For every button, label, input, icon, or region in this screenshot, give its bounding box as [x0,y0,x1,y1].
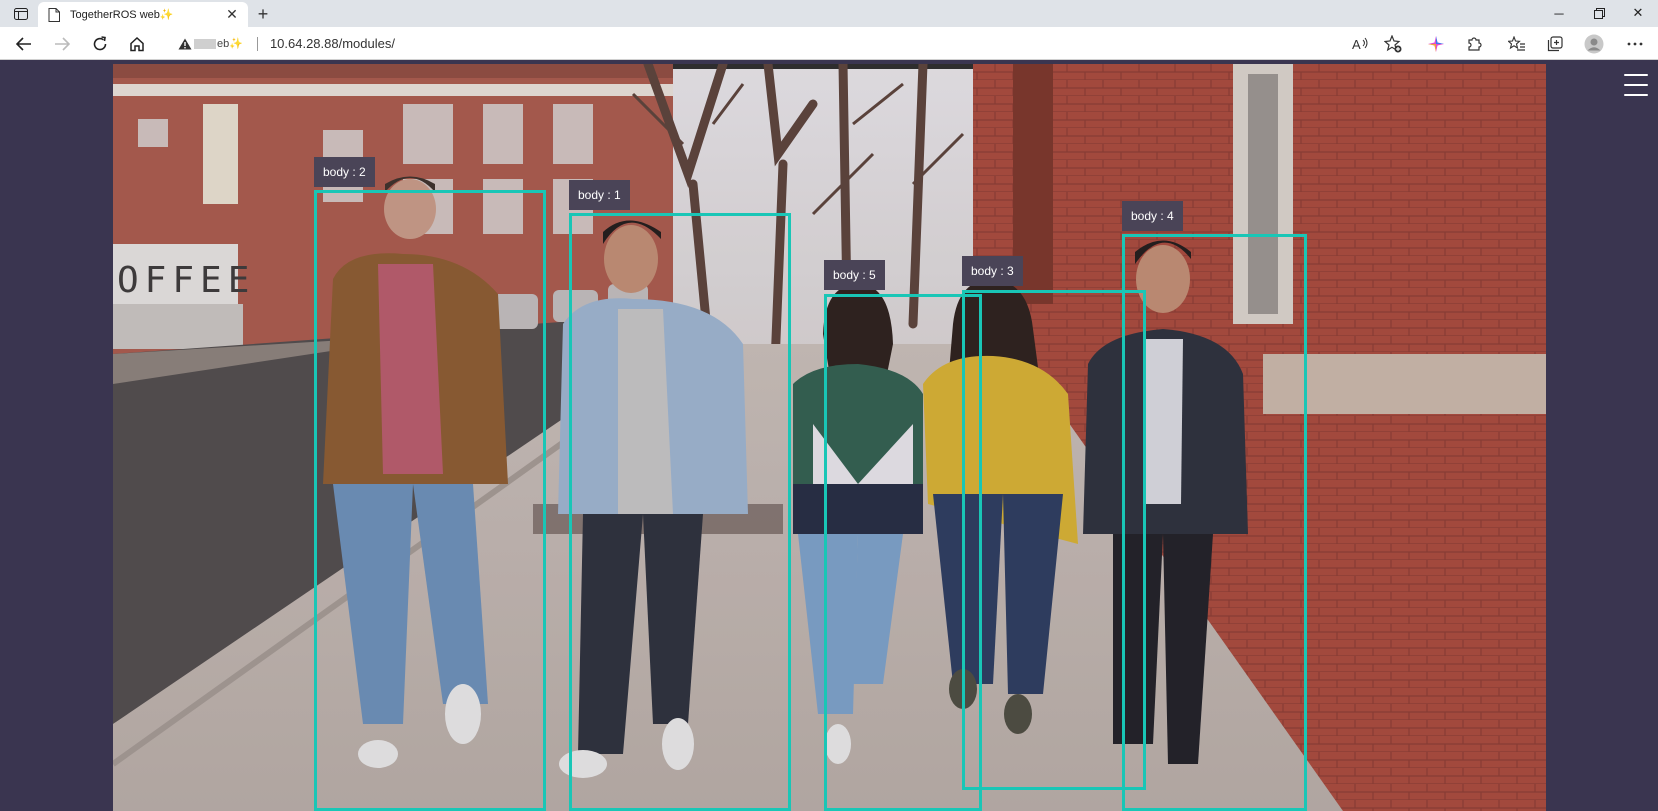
minimize-button[interactable]: ─ [1541,2,1577,24]
forward-arrow-icon [55,37,70,51]
warning-icon [178,38,192,49]
read-aloud-icon: A [1352,37,1368,51]
tab-actions-icon [14,8,28,20]
address-bar[interactable]: eb✨ 10.64.28.88/modules/ [160,30,1405,57]
restore-button[interactable] [1581,2,1617,24]
close-tab-icon[interactable]: ✕ [224,6,240,23]
page-content: OFFEE body: 2 body: 1 body: 5 body: … [0,60,1658,811]
detection-label-1: body : 1 [569,180,630,210]
detection-label-3: body : 3 [962,256,1023,286]
menu-line [1624,74,1648,76]
collections-icon [1547,36,1563,52]
browser-toolbar: eb✨ 10.64.28.88/modules/ A [0,27,1658,60]
settings-more-button[interactable] [1623,32,1647,56]
puzzle-icon [1468,37,1482,51]
close-window-button[interactable]: ✕ [1620,2,1656,24]
extensions-button[interactable] [1462,32,1486,56]
detection-label-2: body : 2 [314,157,375,187]
tab-strip: TogetherROS web✨ ✕ + ─ ✕ [0,0,1658,27]
forward-button[interactable] [49,31,75,57]
back-button[interactable] [11,31,37,57]
detection-box-3 [962,290,1146,790]
detection-label-4: body : 4 [1122,201,1183,231]
copilot-button[interactable] [1424,32,1448,56]
detection-box-4 [1122,234,1307,811]
read-aloud-button[interactable]: A [1349,32,1373,56]
profile-button[interactable] [1582,32,1606,56]
menu-line [1624,84,1648,86]
svg-text:A: A [1352,37,1361,51]
refresh-button[interactable] [87,31,113,57]
star-add-icon [1384,35,1402,53]
avatar-icon [1584,34,1604,54]
colorful-star-icon [1428,36,1444,52]
tab-title: TogetherROS web✨ [70,9,174,21]
home-icon [130,36,144,52]
address-separator [256,36,258,51]
more-dots-icon [1627,42,1643,46]
back-arrow-icon [16,37,31,51]
home-button[interactable] [124,31,150,57]
detection-box-2 [314,190,546,811]
detection-box-1 [569,213,791,811]
add-favorite-button[interactable] [1381,32,1405,56]
security-label: eb✨ [217,38,243,50]
detection-box-5 [824,294,982,811]
favorites-list-icon [1508,36,1525,51]
tab-actions-button[interactable] [8,5,34,23]
collections-button[interactable] [1543,32,1567,56]
detection-label-5: body : 5 [824,260,885,290]
new-tab-button[interactable]: + [252,4,274,24]
restore-icon [1593,7,1605,19]
blurred-text [194,38,216,49]
favorites-button[interactable] [1505,32,1529,56]
security-indicator[interactable]: eb✨ [178,37,243,50]
refresh-icon [93,36,107,51]
page-icon [48,7,60,22]
browser-tab[interactable]: TogetherROS web✨ ✕ [38,2,248,27]
menu-line [1624,94,1648,96]
url-text: 10.64.28.88/modules/ [269,36,395,51]
camera-feed: OFFEE body: 2 body: 1 body: 5 body: … [113,64,1546,811]
hamburger-menu-button[interactable] [1624,74,1648,96]
